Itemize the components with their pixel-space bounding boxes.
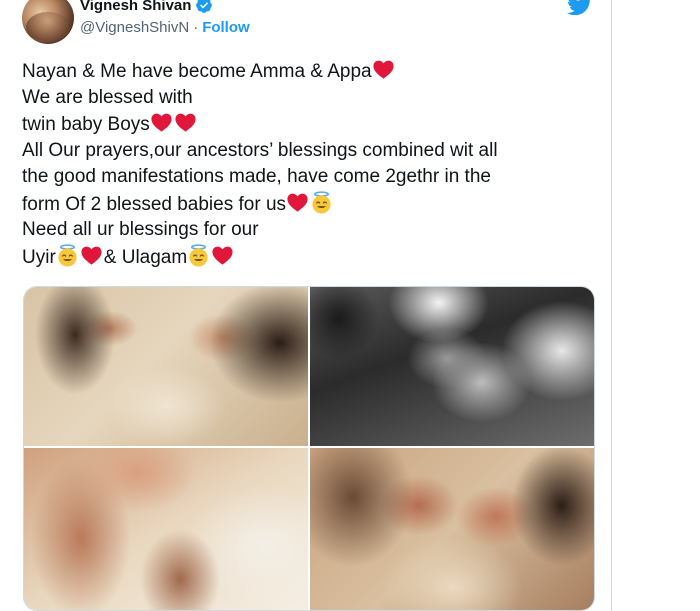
tweet-line: Need all ur blessings for our bbox=[22, 217, 602, 244]
tweet-text-segment: Nayan & Me have become Amma & Appa bbox=[22, 61, 372, 82]
photo-1[interactable] bbox=[24, 287, 308, 446]
red-heart-icon bbox=[373, 60, 394, 79]
author-name-row: Vignesh Shivan bbox=[80, 0, 213, 14]
red-heart-icon bbox=[81, 246, 102, 265]
tweet-text-segment: All Our prayers,our ancestors’ blessings… bbox=[22, 139, 498, 161]
verified-badge-icon bbox=[196, 0, 213, 13]
smiling-face-with-halo-icon bbox=[189, 243, 208, 267]
tweet-line: the good manifestations made, have come … bbox=[22, 164, 602, 191]
tweet-text-segment: & Ulagam bbox=[103, 246, 188, 268]
red-heart-icon bbox=[175, 113, 196, 132]
tweet-line: Uyir & Ulagam bbox=[22, 243, 602, 271]
author-handle[interactable]: @VigneshShivN bbox=[80, 19, 189, 36]
tweet-card: Vignesh Shivan @VigneshShivN · Follow Na… bbox=[0, 0, 612, 611]
photo-4[interactable] bbox=[310, 448, 594, 610]
tweet-text: Nayan & Me have become Amma & Appa We are… bbox=[22, 58, 602, 270]
author-handle-row: @VigneshShivN · Follow bbox=[80, 19, 250, 36]
avatar[interactable] bbox=[22, 0, 74, 44]
media-grid bbox=[23, 286, 595, 611]
tweet-text-segment: the good manifestations made, have come … bbox=[22, 166, 491, 187]
tweet-text-segment: twin baby Boys bbox=[22, 114, 150, 135]
smiling-face-with-halo-icon bbox=[312, 190, 331, 214]
red-heart-icon bbox=[212, 246, 233, 265]
follow-button[interactable]: Follow bbox=[202, 19, 250, 36]
red-heart-icon bbox=[287, 193, 308, 212]
tweet-line: We are blessed with bbox=[22, 85, 602, 112]
tweet-text-segment: Need all ur blessings for our bbox=[22, 219, 259, 240]
tweet-text-segment: Uyir bbox=[22, 246, 56, 268]
author-display-name[interactable]: Vignesh Shivan bbox=[80, 0, 191, 14]
twitter-bird-icon[interactable] bbox=[567, 0, 593, 16]
photo-2[interactable] bbox=[310, 287, 594, 446]
tweet-line: All Our prayers,our ancestors’ blessings… bbox=[22, 138, 602, 165]
separator-dot: · bbox=[193, 19, 199, 36]
red-heart-icon bbox=[151, 113, 172, 132]
tweet-line: Nayan & Me have become Amma & Appa bbox=[22, 58, 602, 85]
tweet-line: form Of 2 blessed babies for us bbox=[22, 190, 602, 218]
page-background-right bbox=[613, 0, 700, 611]
tweet-text-segment: We are blessed with bbox=[22, 86, 193, 108]
tweet-text-segment: form Of 2 blessed babies for us bbox=[22, 193, 287, 215]
photo-3[interactable] bbox=[24, 448, 308, 610]
tweet-line: twin baby Boys bbox=[22, 111, 602, 138]
smiling-face-with-halo-icon bbox=[58, 243, 77, 267]
